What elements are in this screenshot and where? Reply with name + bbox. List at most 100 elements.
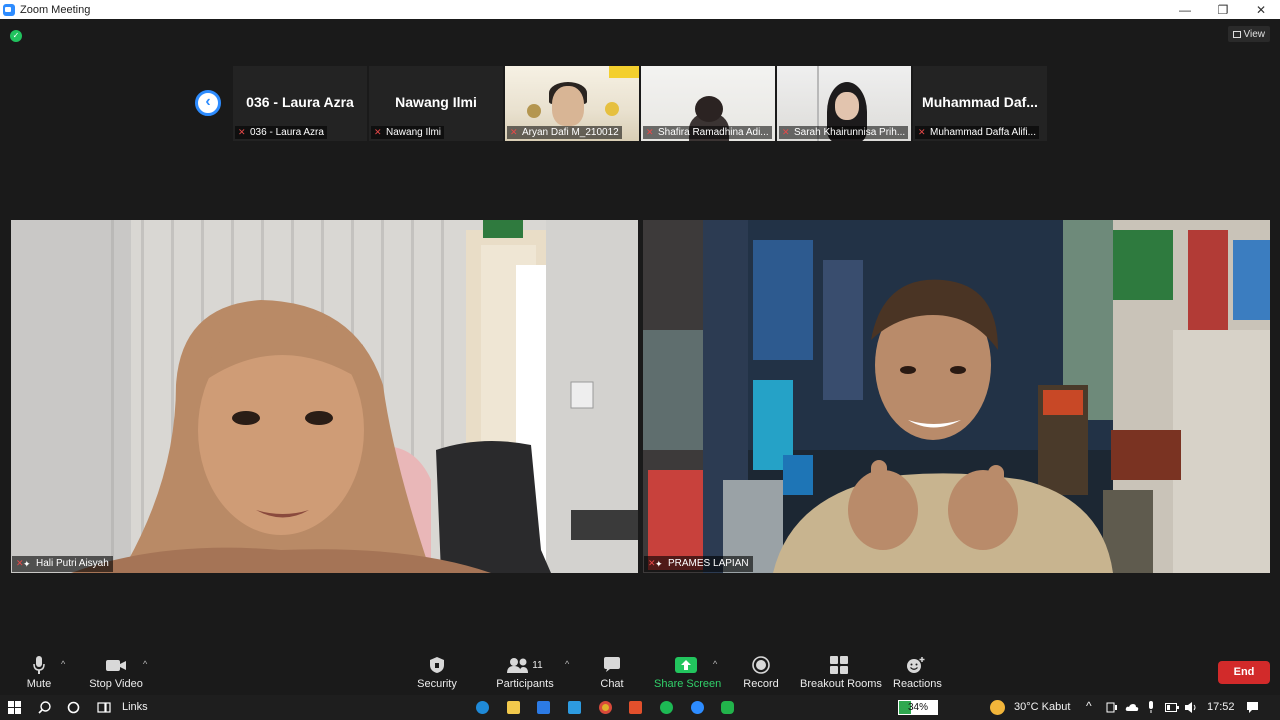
battery-percent: 34% (907, 702, 928, 713)
zoom-app-icon (3, 3, 15, 16)
chrome-icon[interactable] (599, 701, 612, 714)
reactions-label: Reactions (893, 678, 942, 690)
person-face (835, 92, 859, 120)
clock[interactable]: 17:52 (1207, 701, 1235, 713)
line-app-icon[interactable] (721, 701, 734, 714)
weather-text[interactable]: 30°C Kabut (1014, 701, 1070, 713)
battery-tray-icon[interactable] (1165, 703, 1179, 712)
search-icon[interactable] (38, 701, 51, 714)
stop-video-label: Stop Video (89, 678, 143, 690)
breakout-rooms-button[interactable]: Breakout Rooms (800, 655, 882, 690)
chat-button[interactable]: Chat (598, 655, 626, 690)
participant-name: PRAMES LAPIAN (668, 558, 749, 569)
minimize-button[interactable]: — (1166, 0, 1204, 19)
mic-muted-icon: ✕ (918, 127, 926, 137)
participant-video-tile[interactable]: ✕ Aryan Dafi M_210012 (505, 66, 639, 141)
office-icon[interactable] (629, 701, 642, 714)
onedrive-cloud-icon[interactable] (1125, 703, 1139, 712)
participant-label: ✕ Nawang Ilmi (371, 126, 445, 139)
previous-page-button[interactable]: ‹ (195, 90, 221, 116)
mic-muted-icon: ✕ (646, 127, 654, 137)
share-options-caret[interactable]: ^ (713, 659, 717, 669)
store-icon[interactable] (568, 701, 581, 714)
zoom-taskbar-icon[interactable] (691, 701, 704, 714)
participant-tile[interactable]: Muhammad Daf... ✕ Muhammad Daffa Alifi..… (913, 66, 1047, 141)
volume-icon[interactable] (1184, 701, 1198, 714)
battery-indicator[interactable]: 34% (898, 700, 938, 715)
participant-name-label: ✕ ✦ PRAMES LAPIAN (644, 556, 753, 572)
reactions-emoji-icon (907, 657, 925, 673)
view-button[interactable]: View (1227, 26, 1270, 42)
maximize-button[interactable]: ❐ (1204, 0, 1242, 19)
chat-label: Chat (600, 678, 624, 690)
view-label: View (1243, 28, 1266, 40)
person-head (695, 96, 723, 122)
participant-name-label: ✕ ✦ Hali Putri Aisyah (12, 556, 113, 572)
stop-video-button[interactable]: Stop Video (88, 655, 144, 690)
encryption-shield-icon[interactable]: ✓ (10, 30, 22, 42)
participant-video-tile[interactable]: ✕ Shafira Ramadhina Adi... (641, 66, 775, 141)
record-label: Record (743, 678, 779, 690)
edge-browser-icon[interactable] (476, 701, 489, 714)
breakout-rooms-label: Breakout Rooms (800, 678, 882, 690)
participant-tile[interactable]: 036 - Laura Azra ✕ 036 - Laura Azra (233, 66, 367, 141)
participants-options-caret[interactable]: ^ (565, 659, 569, 669)
notifications-icon[interactable] (1246, 701, 1259, 714)
main-video-left[interactable]: ✕ ✦ Hali Putri Aisyah (11, 220, 638, 573)
participant-label: ✕ 036 - Laura Azra (235, 126, 327, 139)
video-camera-icon (106, 660, 126, 671)
participants-icon (507, 658, 529, 673)
mic-muted-icon: ✕ (510, 127, 518, 137)
end-meeting-button[interactable]: End (1218, 661, 1270, 684)
video-options-caret[interactable]: ^ (143, 659, 147, 669)
audio-options-caret[interactable]: ^ (61, 659, 65, 669)
participant-tile[interactable]: Nawang Ilmi ✕ Nawang Ilmi (369, 66, 503, 141)
microphone-tray-icon[interactable] (1146, 701, 1156, 714)
pin-icon: ✦ (23, 559, 31, 569)
share-screen-label: Share Screen (654, 678, 722, 690)
spotify-icon[interactable] (660, 701, 673, 714)
breakout-rooms-icon (830, 656, 848, 674)
mute-label: Mute (26, 678, 52, 690)
device-icon[interactable] (1106, 702, 1118, 713)
close-button[interactable]: ✕ (1242, 0, 1280, 19)
security-shield-icon (430, 657, 444, 673)
security-button[interactable]: Security (416, 655, 458, 690)
reactions-button[interactable]: Reactions (893, 655, 942, 690)
gallery-view-icon (1232, 30, 1241, 38)
window-title: Zoom Meeting (20, 3, 91, 16)
links-toolbar[interactable]: Links (122, 701, 148, 713)
participant-name-display: Nawang Ilmi (395, 94, 477, 110)
pin-icon: ✦ (655, 559, 663, 569)
background-logo (605, 102, 619, 116)
security-label: Security (417, 678, 457, 690)
task-view-icon[interactable] (97, 701, 111, 714)
participants-label: Participants (496, 678, 554, 690)
background-banner (609, 66, 639, 78)
participant-label-text: Muhammad Daffa Alifi... (930, 127, 1036, 138)
mic-muted-icon: ✕ (238, 127, 246, 137)
participant-label: ✕ Muhammad Daffa Alifi... (915, 126, 1039, 139)
chat-bubble-icon (604, 657, 620, 672)
windows-start-icon[interactable] (8, 701, 21, 714)
participant-name: Hali Putri Aisyah (36, 558, 109, 569)
record-button[interactable]: Record (743, 655, 779, 690)
participant-label: ✕ Aryan Dafi M_210012 (507, 126, 622, 139)
participant-label: ✕ Sarah Khairunnisa Prih... (779, 126, 909, 139)
mail-icon[interactable] (537, 701, 550, 714)
main-video-right[interactable]: ✕ ✦ PRAMES LAPIAN (643, 220, 1270, 573)
participant-name-display: Muhammad Daf... (922, 94, 1038, 110)
background-logo (527, 104, 541, 118)
tray-expand-chevron-icon[interactable]: ^ (1086, 699, 1092, 713)
cortana-icon[interactable] (67, 701, 80, 714)
participant-video-tile[interactable]: ✕ Sarah Khairunnisa Prih... (777, 66, 911, 141)
person-face (552, 86, 584, 126)
video-frame-room (11, 220, 638, 573)
windows-taskbar: Links 34% 30°C Kabut ^ 17:52 (0, 695, 1280, 720)
mute-button[interactable]: Mute (24, 655, 54, 690)
share-screen-button[interactable]: Share Screen (654, 655, 722, 690)
file-explorer-icon[interactable] (507, 701, 520, 714)
weather-sun-icon (990, 700, 1005, 715)
participant-label: ✕ Shafira Ramadhina Adi... (643, 126, 772, 139)
participants-button[interactable]: 11 Participants (496, 655, 554, 690)
